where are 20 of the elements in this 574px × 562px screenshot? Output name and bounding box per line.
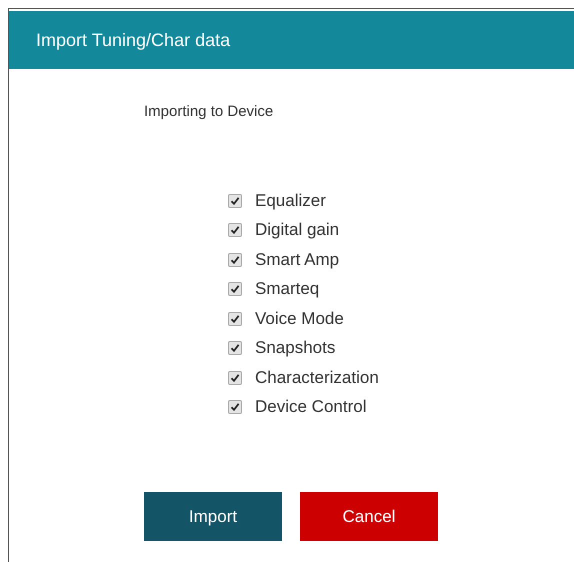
- checkbox[interactable]: [228, 312, 242, 326]
- dialog-button[interactable]: Import: [144, 492, 282, 541]
- dialog-title: Import Tuning/Char data: [36, 30, 230, 50]
- option-label: Digital gain: [255, 220, 340, 240]
- option-label: Smarteq: [255, 279, 320, 300]
- checkbox[interactable]: [228, 223, 242, 238]
- subtitle-text: Importing to Device: [144, 103, 274, 120]
- option-label: Voice Mode: [255, 308, 344, 329]
- checkbox[interactable]: [228, 341, 242, 356]
- option-label: Smart Amp: [255, 250, 340, 270]
- dialog-button[interactable]: Cancel: [300, 492, 438, 541]
- option-label: Snapshots: [255, 338, 336, 358]
- checkbox[interactable]: [228, 282, 242, 296]
- checkbox[interactable]: [228, 252, 242, 267]
- checkbox[interactable]: [228, 194, 242, 208]
- option-label: Characterization: [255, 368, 379, 388]
- checkbox[interactable]: [228, 370, 242, 385]
- option-label: Device Control: [255, 397, 366, 418]
- checkbox[interactable]: [228, 400, 242, 414]
- option-label: Equalizer: [255, 190, 326, 211]
